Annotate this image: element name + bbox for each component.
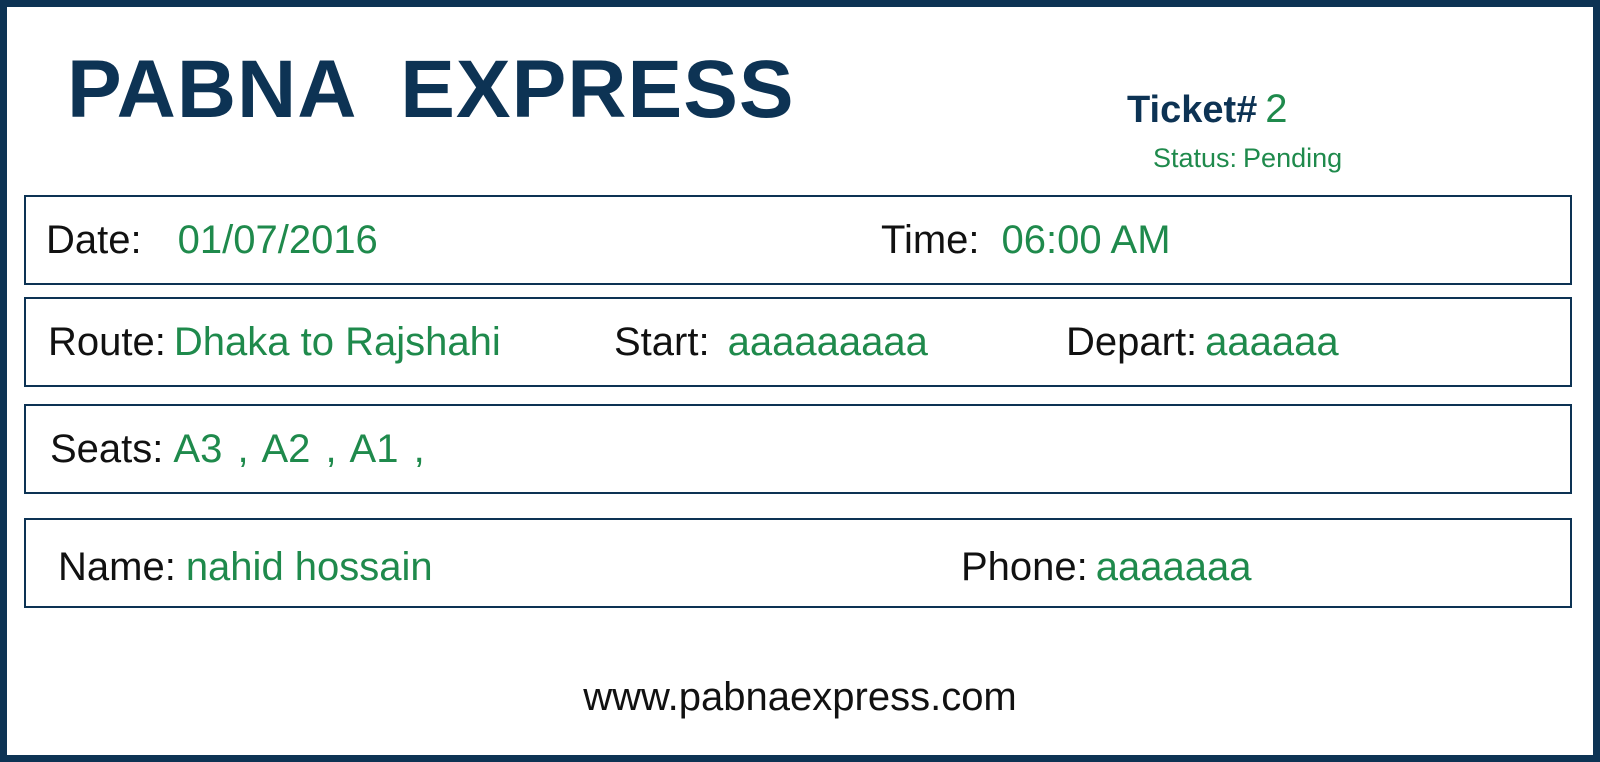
website-url: www.pabnaexpress.com [583,675,1017,719]
passenger-row: Name: nahid hossain Phone: aaaaaaa [24,518,1572,608]
date-time-row: Date: 01/07/2016 Time: 06:00 AM [24,195,1572,285]
start-field: Start: aaaaaaaaa [614,299,928,385]
brand-title: PABNA EXPRESS [67,44,795,135]
ticket-number-value: 2 [1265,87,1288,131]
phone-value: aaaaaaa [1095,544,1252,589]
date-label: Date: [46,217,142,262]
name-label: Name: [58,544,176,589]
date-value: 01/07/2016 [177,217,378,262]
route-field: Route: Dhaka to Rajshahi [48,299,501,385]
start-value: aaaaaaaaa [727,319,928,364]
ticket-number-block: Ticket# 2 [1127,89,1288,129]
seats-label: Seats: [50,426,164,471]
seats-value: A3 , A2 , A1 , [173,426,425,471]
depart-field: Depart: aaaaaa [1066,299,1339,385]
name-value: nahid hossain [185,544,433,589]
name-field: Name: nahid hossain [58,524,433,610]
phone-field: Phone: aaaaaaa [961,524,1252,610]
seats-field: Seats: A3 , A2 , A1 , [50,406,425,492]
bus-ticket: PABNA EXPRESS Ticket# 2 Status: Pending Da… [0,0,1600,762]
phone-label: Phone: [961,544,1088,589]
route-row: Route: Dhaka to Rajshahi Start: aaaaaaaa… [24,297,1572,387]
status-value: Pending [1243,143,1343,173]
depart-value: aaaaaa [1205,319,1339,364]
route-label: Route: [48,319,166,364]
depart-label: Depart: [1066,319,1198,364]
start-label: Start: [614,319,710,364]
status-label: Status: [1153,143,1238,173]
date-field: Date: 01/07/2016 [46,197,378,283]
time-value: 06:00 AM [1001,217,1171,262]
ticket-status: Status: Pending [1153,145,1342,172]
route-value: Dhaka to Rajshahi [173,319,501,364]
seats-row: Seats: A3 , A2 , A1 , [24,404,1572,494]
ticket-number-label: Ticket# [1127,89,1258,131]
time-label: Time: [881,217,980,262]
time-field: Time: 06:00 AM [881,197,1171,283]
